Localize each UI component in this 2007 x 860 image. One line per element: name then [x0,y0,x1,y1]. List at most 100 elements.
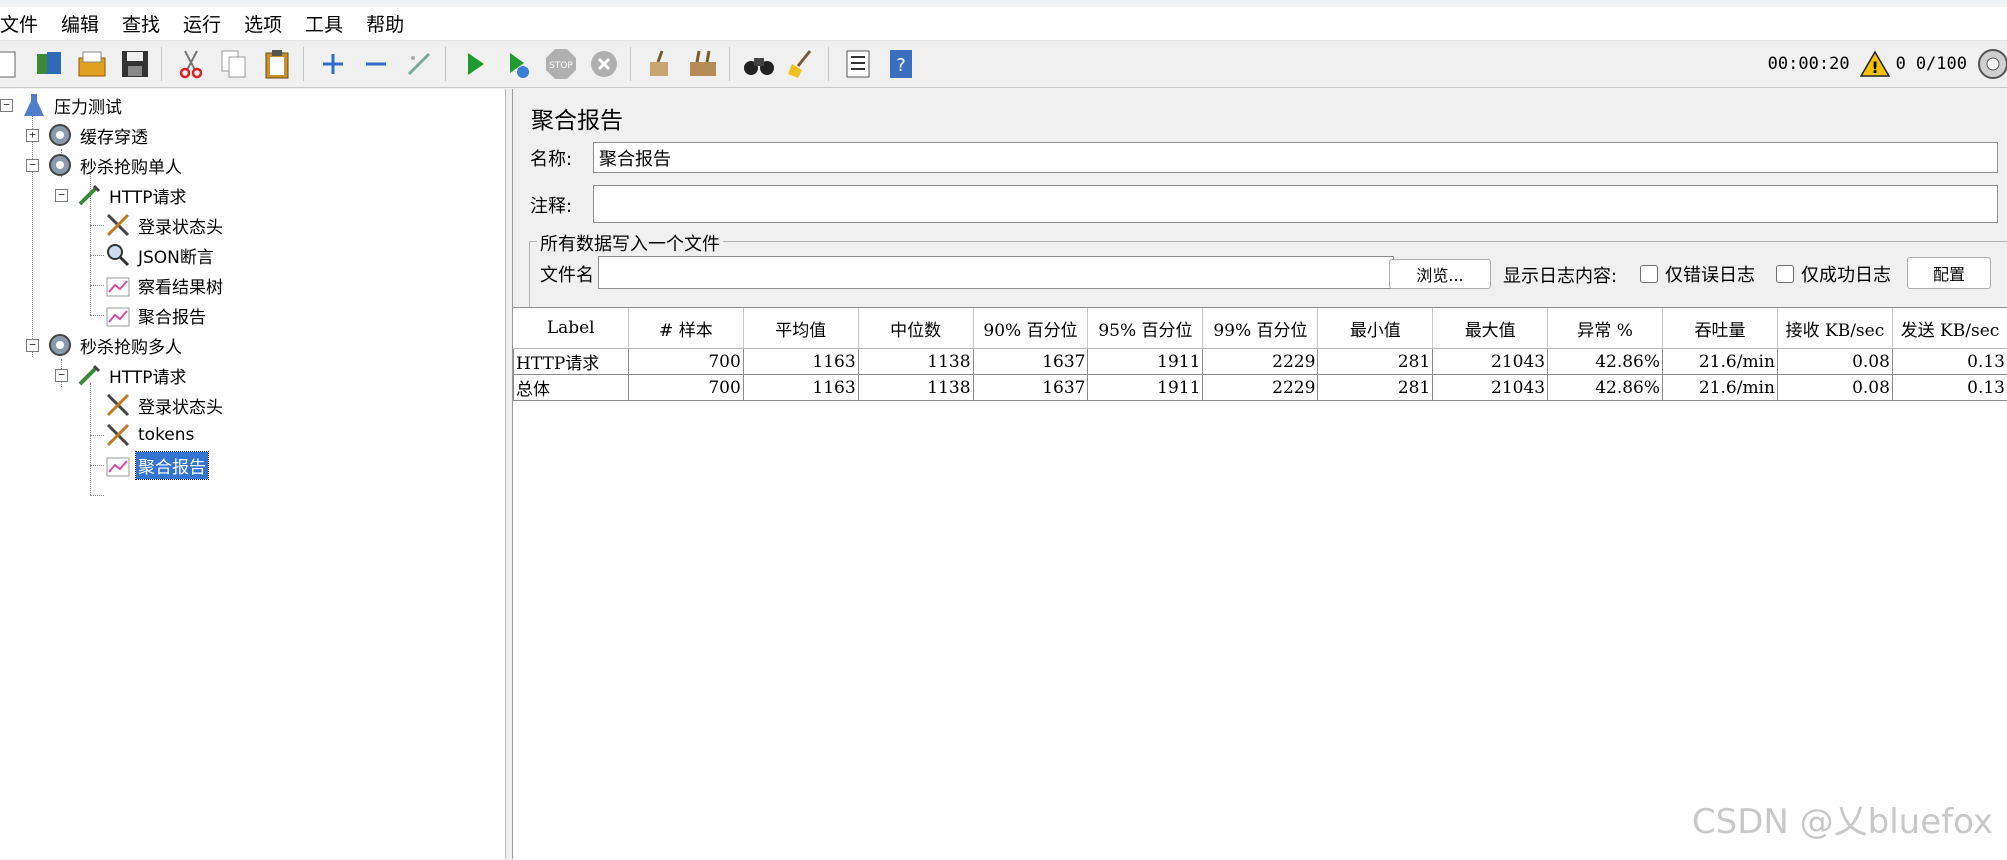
function-helper-button[interactable] [840,46,876,82]
expand-all-button[interactable] [315,46,351,82]
column-header[interactable]: 平均值 [743,308,858,349]
open-button[interactable] [74,46,110,82]
tree-node-header-manager[interactable]: 登录状态头 [104,211,225,239]
collapse-toggle[interactable]: − [0,99,13,112]
column-header[interactable]: 最小值 [1318,308,1433,349]
menu-tools[interactable]: 工具 [305,10,350,37]
collapse-toggle[interactable]: − [26,339,39,352]
errors-only-checkbox[interactable] [1640,265,1658,283]
tree-node-aggregate-report-selected[interactable]: 聚合报告 [104,451,208,479]
svg-text:STOP: STOP [549,61,573,71]
collapse-toggle[interactable]: − [55,189,68,202]
help-button[interactable]: ? [883,46,919,82]
tree-node-http-sampler[interactable]: HTTP请求 [75,361,189,389]
table-cell: 21.6/min [1663,375,1778,401]
menu-file[interactable]: 文件 [0,10,45,37]
copy-button[interactable] [216,46,252,82]
new-plan-button[interactable] [0,46,24,82]
table-cell: 0.13 [1892,349,2007,375]
column-header[interactable]: 最大值 [1433,308,1548,349]
tree-node-tokens[interactable]: tokens [104,421,196,449]
file-group-title: 所有数据写入一个文件 [537,230,723,256]
column-header[interactable]: 90% 百分位 [973,308,1088,349]
cut-button[interactable] [173,46,209,82]
tree-label: 缓存穿透 [78,122,150,149]
watermark: CSDN @乂bluefox [1692,794,1993,843]
table-row[interactable]: 总体 700 1163 1138 1637 1911 2229 281 2104… [514,375,2007,401]
column-header[interactable]: 99% 百分位 [1203,308,1318,349]
menu-help[interactable]: 帮助 [366,10,411,37]
toggle-button[interactable] [401,46,437,82]
tree-line [90,465,104,466]
tree-node-header-manager[interactable]: 登录状态头 [104,391,225,419]
tree-node-thread-group[interactable]: 缓存穿透 [46,121,150,149]
collapse-toggle[interactable]: − [55,369,68,382]
column-header[interactable]: 发送 KB/sec [1892,308,2007,349]
start-button[interactable] [457,46,493,82]
column-header[interactable]: # 样本 [628,308,743,349]
save-button[interactable] [117,46,153,82]
tools-icon [104,211,132,239]
table-cell: 1163 [743,349,858,375]
collapse-all-button[interactable] [358,46,394,82]
expand-toggle[interactable]: + [26,129,39,142]
table-header-row: Label # 样本 平均值 中位数 90% 百分位 95% 百分位 99% 百… [514,308,2007,349]
column-header[interactable]: Label [514,308,629,349]
configure-button[interactable]: 配置 [1907,257,1991,289]
tree-node-aggregate-report[interactable]: 聚合报告 [104,301,208,329]
tree-label: HTTP请求 [107,362,189,389]
pipette-icon [75,361,103,389]
menu-options[interactable]: 选项 [244,10,289,37]
toolbar-separator [630,47,631,81]
toggle-wand-icon [403,48,435,80]
tree-node-results-tree[interactable]: 察看结果树 [104,271,225,299]
menu-search[interactable]: 查找 [122,10,167,37]
tree-label: 察看结果树 [136,272,225,299]
tree-node-thread-group[interactable]: 秒杀抢购单人 [46,151,184,179]
clear-all-button[interactable] [685,46,721,82]
search-button[interactable] [741,46,777,82]
browse-button[interactable]: 浏览... [1389,259,1491,289]
reset-search-button[interactable] [784,46,820,82]
menu-run[interactable]: 运行 [183,10,228,37]
shutdown-button[interactable] [586,46,622,82]
tree-label: HTTP请求 [107,182,189,209]
menu-bar: 文件 编辑 查找 运行 选项 工具 帮助 [0,7,2007,41]
toolbar-separator [729,47,730,81]
list-icon [842,48,874,80]
errors-only-label: 仅错误日志 [1665,261,1755,287]
collapse-toggle[interactable]: − [26,159,39,172]
save-disk-icon [119,48,151,80]
column-header[interactable]: 95% 百分位 [1088,308,1203,349]
table-cell: 1637 [973,375,1088,401]
tree-node-http-sampler[interactable]: HTTP请求 [75,181,189,209]
tree-node-thread-group[interactable]: 秒杀抢购多人 [46,331,184,359]
paste-button[interactable] [259,46,295,82]
tree-node-test-plan[interactable]: 压力测试 [20,91,124,119]
table-cell: 21043 [1433,375,1548,401]
success-only-checkbox[interactable] [1776,265,1794,283]
templates-button[interactable] [31,46,67,82]
clear-button[interactable] [642,46,678,82]
warning-icon[interactable]: ! [1860,50,1890,78]
stop-button[interactable]: STOP [543,46,579,82]
start-no-pause-button[interactable] [500,46,536,82]
results-table-area: Label # 样本 平均值 中位数 90% 百分位 95% 百分位 99% 百… [513,307,2007,860]
column-header[interactable]: 接收 KB/sec [1777,308,1892,349]
filename-input[interactable] [598,256,1394,289]
tree-node-json-assertion[interactable]: JSON断言 [104,241,216,269]
column-header[interactable]: 中位数 [858,308,973,349]
comment-input[interactable] [593,185,1998,223]
play-no-timers-icon [502,48,534,80]
tree-line [90,315,104,316]
shutdown-icon [588,48,620,80]
table-cell: HTTP请求 [514,349,629,375]
table-row[interactable]: HTTP请求 700 1163 1138 1637 1911 2229 281 … [514,349,2007,375]
graph-icon [104,271,132,299]
column-header[interactable]: 异常 % [1548,308,1663,349]
table-cell: 700 [628,375,743,401]
name-input[interactable]: 聚合报告 [593,142,1998,173]
menu-edit[interactable]: 编辑 [61,10,106,37]
column-header[interactable]: 吞吐量 [1663,308,1778,349]
table-cell: 1138 [858,349,973,375]
